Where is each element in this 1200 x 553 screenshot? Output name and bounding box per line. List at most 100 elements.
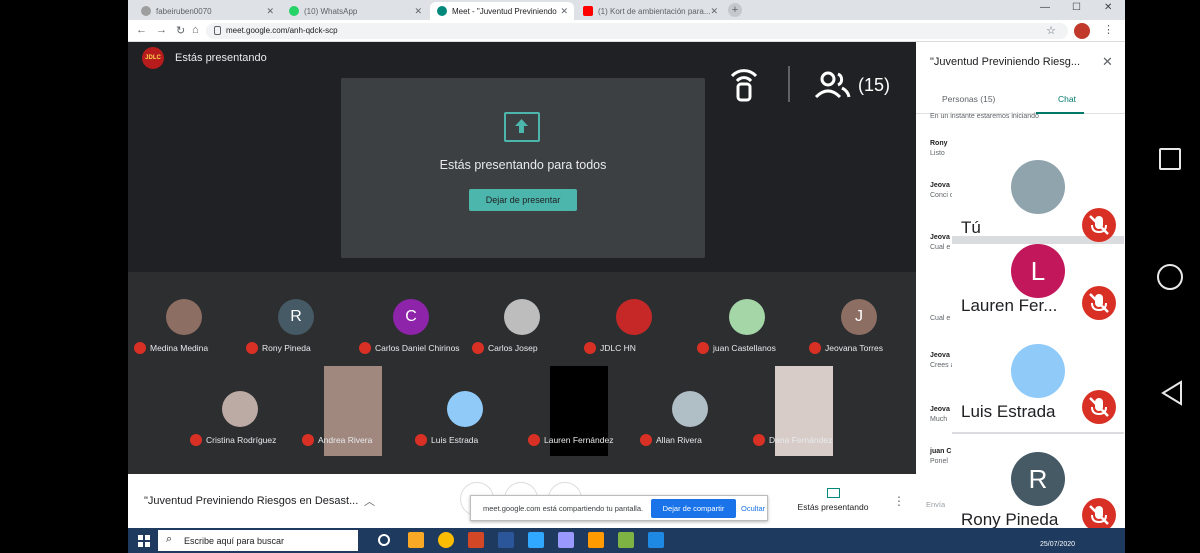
share-notice-text: meet.google.com está compartiendo tu pan…	[483, 504, 644, 513]
close-icon[interactable]: ✕	[414, 6, 422, 17]
photoshop-icon[interactable]	[528, 532, 544, 548]
back-icon[interactable]: ←	[136, 24, 147, 36]
participant-card[interactable]: Tú	[952, 140, 1124, 242]
premiere-icon[interactable]	[558, 532, 574, 548]
window-close-icon[interactable]: ✕	[1104, 2, 1112, 13]
mic-off-icon	[753, 434, 765, 446]
mic-off-icon	[302, 434, 314, 446]
reload-icon[interactable]: ↻	[176, 24, 185, 37]
more-options-icon[interactable]: ⋮	[893, 494, 905, 508]
word-icon[interactable]	[498, 532, 514, 548]
more-options-icon[interactable]: •••	[1080, 74, 1104, 97]
mic-off-icon	[359, 342, 371, 354]
avatar: J	[841, 299, 877, 335]
illustrator-icon[interactable]	[588, 532, 604, 548]
avatar	[672, 391, 708, 427]
participant-tile[interactable]: Cristina Rodríguez	[184, 364, 296, 456]
url-field[interactable]: meet.google.com/anh-qdck-scp ☆	[206, 23, 1068, 39]
participant-card[interactable]: R Rony Pineda	[952, 434, 1124, 540]
home-icon[interactable]: ⌂	[192, 24, 199, 36]
tab-favicon-icon	[141, 6, 151, 16]
mic-off-icon	[190, 434, 202, 446]
chat-input[interactable]: Envía	[926, 500, 945, 509]
people-icon[interactable]	[814, 70, 854, 112]
present-now-button[interactable]: Estás presentando	[788, 488, 878, 512]
taskbar-search-input[interactable]: ⌕ Escribe aquí para buscar	[158, 530, 358, 551]
presentation-tile: Estás presentando para todos Dejar de pr…	[341, 78, 705, 258]
participant-name: Rony Pineda	[246, 342, 352, 356]
back-icon[interactable]	[1159, 379, 1185, 407]
chat-icon[interactable]	[930, 68, 962, 100]
file-explorer-icon[interactable]	[408, 532, 424, 548]
browser-menu-icon[interactable]: ⋮	[1103, 23, 1114, 36]
stop-presenting-button[interactable]: Dejar de presentar	[469, 189, 577, 211]
meeting-title[interactable]: "Juventud Previniendo Riesgos en Desast.…	[144, 495, 358, 507]
participant-tile[interactable]: Medina Medina	[128, 272, 240, 364]
mic-off-icon	[809, 342, 821, 354]
participant-tile[interactable]: Luis Estrada	[409, 364, 521, 456]
present-screen-icon	[504, 112, 540, 142]
panel-title: "Juventud Previniendo Riesg...	[930, 56, 1081, 68]
participant-tile[interactable]: JDLC HN	[578, 272, 690, 364]
tab-label: Meet - "Juventud Previniendo	[452, 7, 557, 16]
participant-name: Medina Medina	[134, 342, 240, 356]
participant-name: JDLC HN	[584, 342, 690, 356]
meet-main: JDLC Estás presentando Estás presentando…	[128, 42, 916, 474]
forward-icon[interactable]: →	[156, 24, 167, 36]
people-count[interactable]: (15)	[858, 75, 890, 96]
avatar[interactable]	[1074, 23, 1090, 39]
close-icon[interactable]: ✕	[266, 6, 274, 17]
participant-tile[interactable]: juan Castellanos	[691, 272, 803, 364]
floating-participants-panel: Tú L Lauren Fer... Luis Estrada R Rony P…	[952, 140, 1124, 540]
app-icon[interactable]	[648, 532, 664, 548]
participant-tile[interactable]: Carlos Josep	[466, 272, 578, 364]
close-icon[interactable]: ✕	[560, 6, 568, 17]
home-icon[interactable]	[1157, 264, 1183, 290]
address-bar: ← → ↻ ⌂ meet.google.com/anh-qdck-scp ☆ ⋮	[128, 20, 1128, 42]
info-icon[interactable]: i	[1004, 68, 1034, 98]
maximize-icon[interactable]: ☐	[1072, 2, 1081, 13]
participant-tile[interactable]: R Rony Pineda	[240, 272, 352, 364]
participant-card[interactable]: L Lauren Fer...	[952, 244, 1124, 338]
mic-level-icon[interactable]	[726, 66, 766, 108]
taskbar-date: 25/07/2020	[1040, 541, 1076, 548]
mic-off-icon[interactable]	[1082, 498, 1116, 532]
stop-sharing-button[interactable]: Dejar de compartir	[651, 499, 736, 518]
participant-tile[interactable]: C Carlos Daniel Chirinos	[353, 272, 471, 364]
bookmark-star-icon[interactable]: ☆	[1046, 24, 1056, 37]
tab-1[interactable]: fabeiruben0070 ✕	[134, 2, 280, 20]
windows-start-icon[interactable]	[138, 534, 150, 547]
minimize-icon[interactable]: —	[1040, 2, 1050, 13]
participant-tile[interactable]: Dana Fernández	[747, 364, 859, 456]
participant-tile[interactable]: Allan Rivera	[634, 364, 746, 456]
app-icon[interactable]	[618, 532, 634, 548]
tab-3-active[interactable]: Meet - "Juventud Previniendo ✕	[430, 2, 574, 20]
participant-tile[interactable]: Andrea Rivera	[296, 364, 408, 456]
close-icon[interactable]: ✕	[1102, 54, 1113, 70]
tab-chat[interactable]: Chat	[1058, 94, 1076, 104]
present-now-label: Estás presentando	[797, 502, 869, 512]
mic-off-icon[interactable]	[1082, 286, 1116, 320]
mic-off-icon	[528, 434, 540, 446]
chevron-up-icon[interactable]: ︿	[364, 493, 375, 509]
mic-off-icon[interactable]	[1082, 390, 1116, 424]
tab-2[interactable]: (10) WhatsApp ✕	[282, 2, 428, 20]
tab-4[interactable]: (1) Kort de ambientación para... ✕	[576, 2, 724, 20]
participant-tile[interactable]: J Jeovana Torres	[803, 272, 915, 364]
tab-label: (10) WhatsApp	[304, 7, 358, 16]
new-tab-button[interactable]: +	[728, 3, 742, 17]
divider	[788, 66, 790, 102]
recents-icon[interactable]	[1159, 148, 1181, 170]
participant-name: Lauren Fer...	[961, 296, 1058, 315]
mic-off-icon[interactable]	[1082, 208, 1116, 242]
participant-name: Carlos Josep	[472, 342, 578, 356]
avatar	[729, 299, 765, 335]
participant-tile[interactable]: Lauren Fernández	[522, 364, 634, 456]
hide-link[interactable]: Ocultar	[741, 504, 765, 513]
cortana-icon[interactable]	[378, 534, 390, 546]
powerpoint-icon[interactable]	[468, 532, 484, 548]
close-icon[interactable]: ✕	[710, 6, 718, 17]
participant-card[interactable]: Luis Estrada	[952, 338, 1124, 432]
chrome-icon[interactable]	[438, 532, 454, 548]
avatar: R	[278, 299, 314, 335]
